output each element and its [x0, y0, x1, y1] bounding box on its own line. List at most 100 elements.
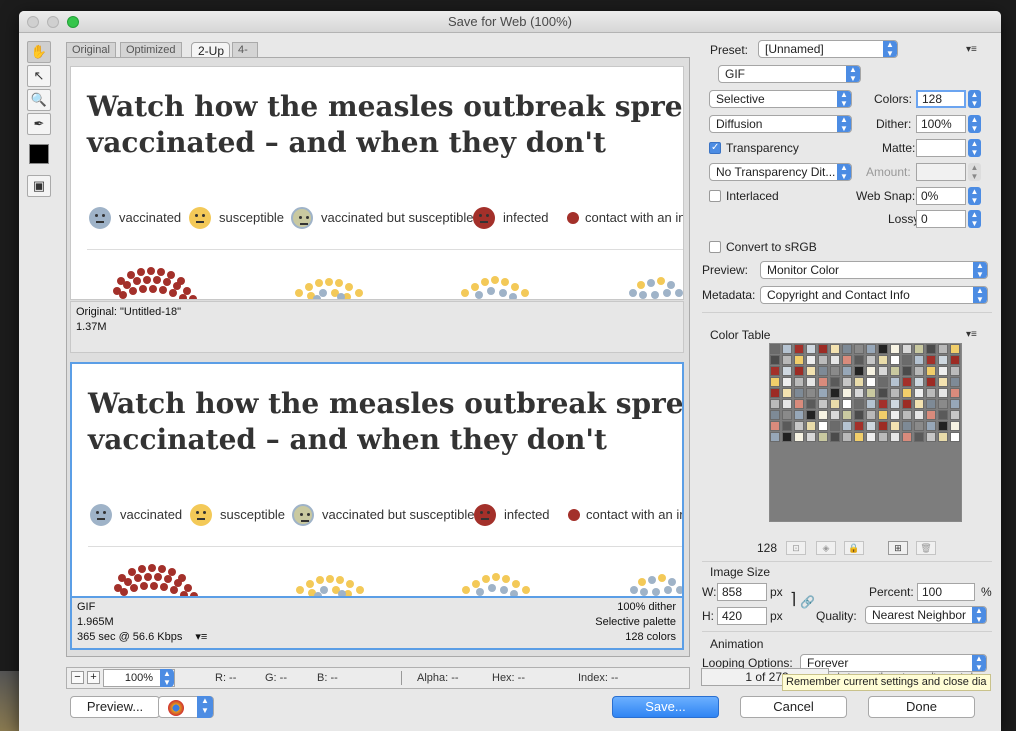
color-swatch[interactable]	[806, 366, 816, 376]
color-swatch[interactable]	[878, 377, 888, 387]
color-swatch[interactable]	[890, 388, 900, 398]
color-swatch[interactable]	[938, 410, 948, 420]
color-swatch[interactable]	[830, 421, 840, 431]
color-swatch[interactable]	[938, 355, 948, 365]
color-table-menu-icon[interactable]: ▾≡	[966, 329, 977, 340]
color-table-grid[interactable]	[769, 343, 962, 522]
color-swatch[interactable]	[866, 421, 876, 431]
color-swatch[interactable]	[890, 366, 900, 376]
color-swatch[interactable]	[770, 377, 780, 387]
color-swatch[interactable]	[782, 399, 792, 409]
dither-stepper[interactable]: ▲ ▼	[968, 115, 981, 133]
color-swatch[interactable]	[902, 388, 912, 398]
color-swatch[interactable]	[818, 432, 828, 442]
color-swatch[interactable]	[818, 366, 828, 376]
color-swatch[interactable]	[866, 344, 876, 354]
color-swatch[interactable]	[878, 399, 888, 409]
color-swatch[interactable]	[926, 388, 936, 398]
color-swatch[interactable]	[926, 344, 936, 354]
eyedropper-tool-icon[interactable]: ✒	[27, 113, 51, 135]
color-swatch[interactable]	[794, 432, 804, 442]
color-swatch[interactable]	[842, 377, 852, 387]
color-swatch[interactable]	[866, 366, 876, 376]
color-swatch[interactable]	[842, 410, 852, 420]
color-swatch[interactable]	[770, 388, 780, 398]
websnap-stepper[interactable]: ▲ ▼	[968, 187, 981, 205]
color-swatch[interactable]	[818, 410, 828, 420]
color-swatch[interactable]	[794, 377, 804, 387]
quality-select[interactable]: Nearest Neighbor ▲ ▼	[865, 606, 987, 624]
constrain-link-icon[interactable]: 🔗	[800, 595, 815, 609]
color-swatch[interactable]	[890, 344, 900, 354]
color-swatch[interactable]	[926, 366, 936, 376]
color-swatch[interactable]	[806, 355, 816, 365]
zoom-window-button[interactable]	[67, 16, 79, 28]
delete-color-icon[interactable]: 🗑	[916, 541, 936, 555]
new-color-icon[interactable]: ⊞	[888, 541, 908, 555]
color-swatch[interactable]	[770, 421, 780, 431]
color-swatch[interactable]	[770, 355, 780, 365]
transparency-checkbox[interactable]	[709, 142, 721, 154]
cancel-button[interactable]: Cancel	[740, 696, 847, 718]
color-swatch[interactable]	[890, 355, 900, 365]
color-swatch[interactable]	[914, 366, 924, 376]
color-swatch[interactable]	[842, 421, 852, 431]
browser-select[interactable]: ▲ ▼	[158, 696, 214, 718]
hand-tool-icon[interactable]: ✋	[27, 41, 51, 63]
color-swatch[interactable]	[890, 410, 900, 420]
color-swatch[interactable]	[902, 377, 912, 387]
color-swatch[interactable]	[794, 388, 804, 398]
color-swatch[interactable]	[806, 344, 816, 354]
color-swatch[interactable]	[866, 399, 876, 409]
color-swatch[interactable]	[782, 410, 792, 420]
save-button[interactable]: Save...	[612, 696, 719, 718]
color-swatch[interactable]	[794, 344, 804, 354]
color-swatch[interactable]	[854, 377, 864, 387]
color-swatch[interactable]	[770, 399, 780, 409]
color-swatch[interactable]	[878, 421, 888, 431]
tab-optimized[interactable]: Optimized	[120, 42, 182, 58]
matte-field[interactable]	[916, 139, 966, 157]
dither-field[interactable]: 100%	[916, 115, 966, 133]
color-swatch[interactable]	[914, 410, 924, 420]
color-swatch[interactable]	[806, 399, 816, 409]
color-swatch[interactable]	[770, 432, 780, 442]
color-swatch[interactable]	[794, 399, 804, 409]
color-swatch[interactable]	[854, 410, 864, 420]
color-swatch[interactable]	[902, 366, 912, 376]
color-swatch[interactable]	[770, 344, 780, 354]
color-swatch[interactable]	[794, 410, 804, 420]
color-swatch[interactable]	[914, 388, 924, 398]
dither-algorithm-select[interactable]: Diffusion ▲ ▼	[709, 115, 852, 133]
width-field[interactable]: 858	[717, 583, 767, 601]
color-swatch[interactable]	[866, 432, 876, 442]
lock-color-icon[interactable]: 🔒	[844, 541, 864, 555]
color-swatch[interactable]	[818, 377, 828, 387]
color-swatch[interactable]	[830, 355, 840, 365]
color-swatch[interactable]	[938, 377, 948, 387]
color-swatch[interactable]	[782, 421, 792, 431]
color-swatch[interactable]	[938, 432, 948, 442]
color-swatch[interactable]	[854, 432, 864, 442]
color-swatch[interactable]	[842, 388, 852, 398]
download-time-menu-icon[interactable]: ▾≡	[195, 631, 207, 643]
color-swatch[interactable]	[806, 432, 816, 442]
color-swatch[interactable]	[926, 421, 936, 431]
color-swatch[interactable]	[926, 410, 936, 420]
color-swatch[interactable]	[794, 421, 804, 431]
color-swatch[interactable]	[890, 432, 900, 442]
color-swatch[interactable]	[818, 344, 828, 354]
color-swatch[interactable]	[902, 355, 912, 365]
color-swatch[interactable]	[938, 399, 948, 409]
color-swatch[interactable]	[950, 421, 960, 431]
color-swatch[interactable]	[854, 344, 864, 354]
color-swatch[interactable]	[830, 377, 840, 387]
transparency-dither-select[interactable]: No Transparency Dit... ▲ ▼	[709, 163, 852, 181]
optimized-preview-pane[interactable]: Watch how the measles outbreak spreads v…	[70, 362, 684, 598]
percent-field[interactable]: 100	[917, 583, 975, 601]
minimize-window-button[interactable]	[47, 16, 59, 28]
zoom-level-select[interactable]: 100% ▲ ▼	[103, 669, 175, 687]
color-swatch[interactable]	[926, 399, 936, 409]
color-swatch[interactable]	[782, 388, 792, 398]
color-swatch[interactable]	[950, 399, 960, 409]
